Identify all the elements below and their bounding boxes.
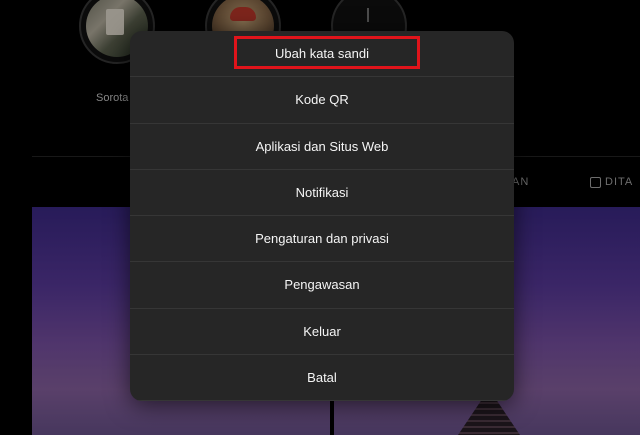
menu-item-supervision[interactable]: Pengawasan bbox=[130, 262, 514, 309]
menu-item-settings-privacy[interactable]: Pengaturan dan privasi bbox=[130, 216, 514, 263]
menu-item-cancel[interactable]: Batal bbox=[130, 355, 514, 401]
options-menu: Ubah kata sandi Kode QR Aplikasi dan Sit… bbox=[130, 31, 514, 401]
menu-item-notifications[interactable]: Notifikasi bbox=[130, 170, 514, 216]
menu-item-apps-websites[interactable]: Aplikasi dan Situs Web bbox=[130, 124, 514, 170]
menu-item-qr-code[interactable]: Kode QR bbox=[130, 77, 514, 124]
menu-item-logout[interactable]: Keluar bbox=[130, 309, 514, 355]
menu-item-change-password[interactable]: Ubah kata sandi bbox=[130, 31, 514, 78]
